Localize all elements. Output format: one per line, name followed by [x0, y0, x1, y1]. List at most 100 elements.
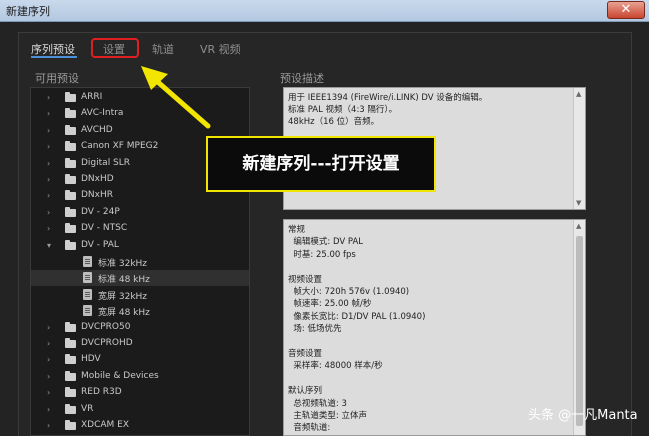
folder-icon	[65, 321, 76, 332]
preset-label: XDCAM EX	[81, 420, 130, 430]
preset-label: 标准 32kHz	[98, 259, 148, 269]
preset-folder[interactable]: › DVCPRO50	[31, 320, 249, 336]
chevron-right-icon[interactable]: ›	[47, 421, 50, 430]
chevron-right-icon[interactable]: ›	[47, 93, 50, 102]
folder-icon	[65, 223, 76, 234]
preset-label: DV - PAL	[81, 239, 119, 250]
details-line: 时基: 25.00 fps	[288, 249, 356, 260]
details-line: 音频轨道:	[288, 423, 331, 434]
chevron-right-icon[interactable]: ›	[47, 388, 50, 397]
scroll-thumb[interactable]	[576, 236, 583, 426]
chevron-right-icon[interactable]: ›	[47, 372, 50, 381]
scroll-up-icon[interactable]: ▲	[576, 222, 581, 230]
available-presets-label: 可用预设	[35, 72, 79, 85]
details-line: 音频设置	[288, 349, 323, 359]
settings-tab-highlight	[91, 38, 139, 58]
folder-icon	[65, 174, 76, 184]
tab-sequence-presets[interactable]: 序列预设	[31, 41, 75, 57]
chevron-right-icon[interactable]: ›	[47, 142, 50, 151]
preset-file-icon	[83, 272, 92, 284]
folder-icon	[65, 387, 76, 398]
preset-description-label: 预设描述	[280, 72, 324, 85]
details-line: 像素长宽比: D1/DV PAL (1.0940)	[288, 311, 426, 322]
description-scrollbar[interactable]: ▲ ▼	[573, 88, 585, 209]
folder-icon	[65, 206, 76, 217]
chevron-right-icon[interactable]: ›	[47, 323, 50, 332]
chevron-down-icon[interactable]: ▾	[47, 241, 51, 250]
preset-label: DNxHR	[81, 190, 114, 201]
scroll-down-icon[interactable]: ▼	[576, 199, 581, 207]
chevron-right-icon[interactable]: ›	[47, 175, 50, 184]
preset-file-icon	[83, 256, 92, 267]
chevron-right-icon[interactable]: ›	[47, 405, 50, 414]
preset-label: 宽屏 32kHz	[98, 291, 148, 302]
details-scrollbar[interactable]: ▲	[573, 220, 585, 435]
details-line: 默认序列	[288, 386, 323, 397]
preset-label: DNxHD	[81, 174, 114, 184]
preset-item[interactable]: 宽屏 32kHz	[31, 287, 249, 303]
tab-tracks[interactable]: 轨道	[152, 41, 174, 57]
description-line: 用于 IEEE1394 (FireWire/i.LINK) DV 设备的编辑。	[288, 93, 488, 103]
preset-label: 宽屏 48 kHz	[98, 308, 150, 319]
chevron-right-icon[interactable]: ›	[47, 159, 50, 168]
preset-folder[interactable]: › AVC-Intra	[31, 106, 249, 122]
chevron-right-icon[interactable]: ›	[47, 208, 50, 217]
preset-label: DV - 24P	[81, 206, 120, 217]
preset-label: ARRI	[81, 92, 103, 102]
folder-icon	[65, 190, 76, 201]
preset-label: Canon XF MPEG2	[81, 141, 159, 152]
preset-file-icon	[83, 305, 92, 317]
chevron-right-icon[interactable]: ›	[47, 126, 50, 135]
details-line: 总视频轨道: 3	[288, 398, 347, 409]
folder-icon	[65, 124, 76, 135]
annotation-callout: 新建序列---打开设置	[206, 136, 436, 192]
details-line: 采样率: 48000 样本/秒	[288, 361, 383, 372]
preset-folder[interactable]: › VR	[31, 402, 249, 418]
description-line: 48kHz（16 位）音频。	[288, 117, 380, 127]
close-button[interactable]: ✕	[607, 1, 645, 19]
preset-folder[interactable]: › XDCAM EX	[31, 418, 249, 434]
details-line: 帧速率: 25.00 帧/秒	[288, 299, 372, 310]
folder-icon	[65, 354, 76, 365]
folder-icon	[65, 338, 76, 348]
preset-label: 标准 48 kHz	[98, 275, 150, 286]
details-line: 编辑模式: DV PAL	[288, 237, 364, 248]
preset-label: DVCPROHD	[81, 338, 133, 348]
preset-folder[interactable]: › HDV	[31, 352, 249, 368]
preset-item[interactable]: 宽屏 48 kHz	[31, 303, 249, 319]
chevron-right-icon[interactable]: ›	[47, 109, 50, 118]
folder-icon	[65, 420, 76, 430]
chevron-right-icon[interactable]: ›	[47, 339, 50, 348]
preset-label: VR	[81, 403, 94, 414]
chevron-right-icon[interactable]: ›	[47, 355, 50, 364]
preset-folder[interactable]: › DVCPROHD	[31, 336, 249, 352]
scroll-up-icon[interactable]: ▲	[576, 90, 581, 98]
watermark: 头条 @一凡Manta	[528, 408, 638, 423]
preset-label: AVCHD	[81, 124, 113, 135]
preset-folder[interactable]: › RED R3D	[31, 385, 249, 401]
preset-label: AVC-Intra	[81, 108, 124, 119]
tab-vr-video[interactable]: VR 视频	[200, 41, 241, 57]
preset-label: Digital SLR	[81, 157, 131, 168]
chevron-right-icon[interactable]: ›	[47, 191, 50, 200]
preset-folder[interactable]: › Mobile & Devices	[31, 369, 249, 385]
preset-folder[interactable]: › DV - 24P	[31, 205, 249, 221]
preset-folder[interactable]: › DV - NTSC	[31, 221, 249, 237]
chevron-right-icon[interactable]: ›	[47, 224, 50, 233]
preset-label: HDV	[81, 354, 101, 365]
folder-icon	[65, 239, 76, 250]
description-line: 标准 PAL 视频（4:3 隔行）。	[288, 105, 398, 115]
preset-folder[interactable]: ▾ DV - PAL	[31, 238, 249, 254]
preset-label: DV - NTSC	[81, 223, 128, 234]
folder-icon	[65, 108, 76, 119]
active-tab-indicator	[31, 56, 77, 58]
preset-item[interactable]: 标准 32kHz	[31, 254, 249, 270]
title-bar: 新建序列 ✕	[0, 0, 649, 22]
preset-folder[interactable]: › ARRI	[31, 90, 249, 106]
preset-label: DVCPRO50	[81, 321, 131, 332]
details-line: 帧大小: 720h 576v (1.0940)	[288, 287, 410, 297]
preset-item[interactable]: 标准 48 kHz	[31, 270, 249, 287]
folder-icon	[65, 157, 76, 168]
preset-label: Mobile & Devices	[81, 370, 159, 381]
preset-label: RED R3D	[81, 387, 122, 398]
